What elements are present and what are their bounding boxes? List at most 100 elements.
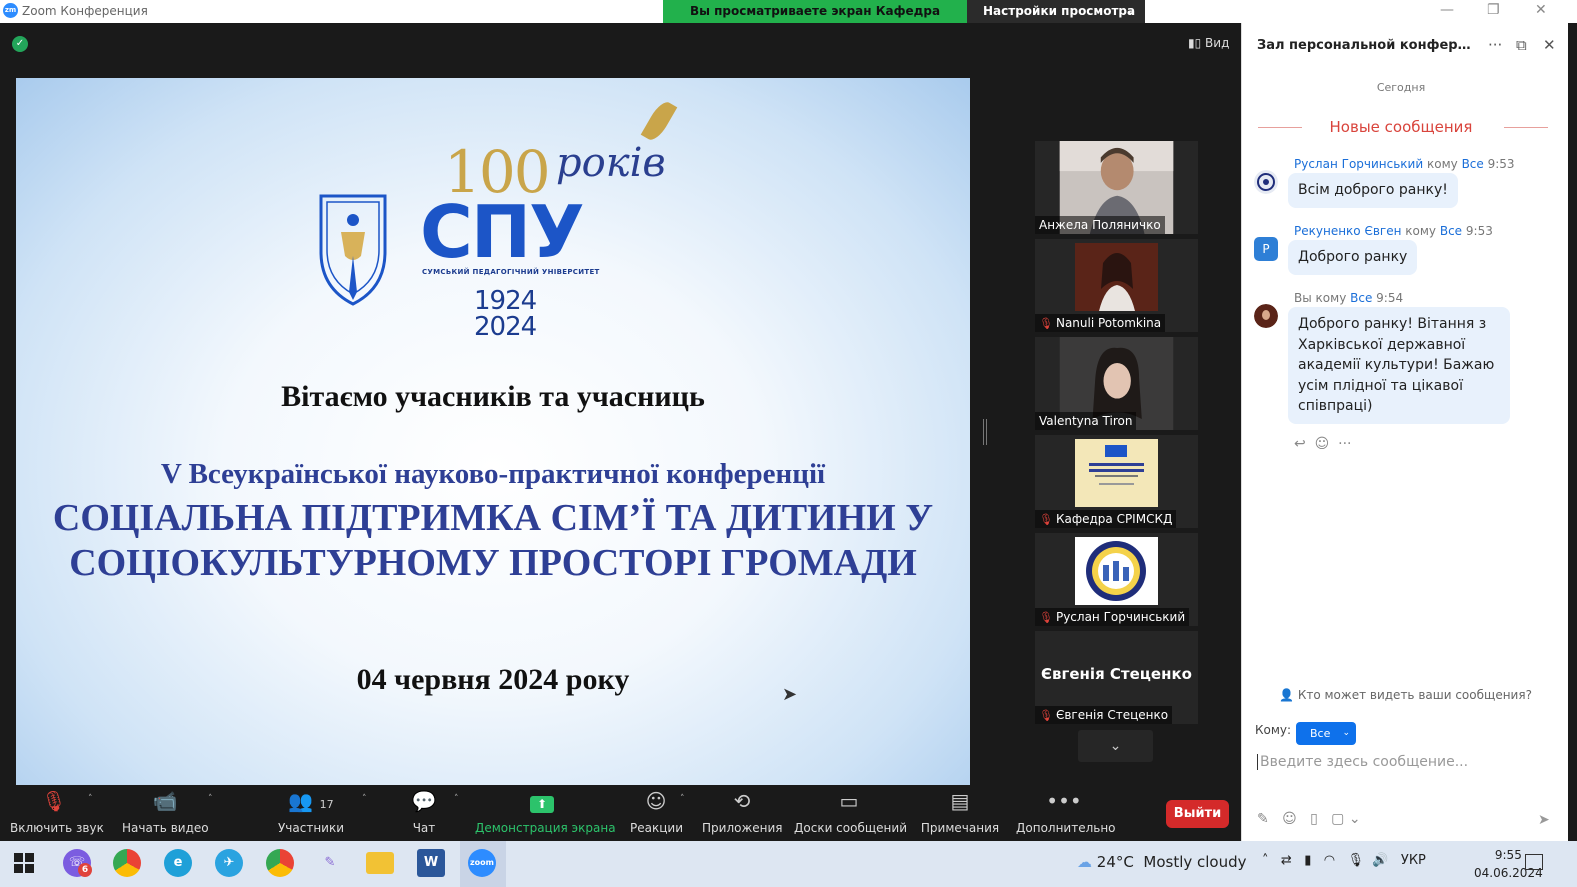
laurel-leaf-icon [640,98,678,144]
video-off-icon: 📹 [152,789,178,813]
participant-tile[interactable]: Анжела Поляничко [1035,141,1198,234]
language-indicator[interactable]: УКР [1401,853,1426,868]
caret-up-icon[interactable]: ˄ [208,794,213,804]
resize-handle[interactable] [983,419,987,445]
viber-icon[interactable]: ☏ 6 [63,849,92,877]
wifi-icon[interactable]: ◠ [1324,853,1335,868]
chrome-profile-icon[interactable] [266,849,294,877]
years-word: років [556,140,666,186]
chat-icon: 💬 [411,789,437,813]
chrome-icon[interactable] [113,849,141,877]
participant-name: 🎙 Nanuli Potomkina [1035,314,1166,332]
word-icon[interactable]: W [417,849,445,877]
participant-name: Анжела Поляничко [1035,216,1165,234]
weather-widget[interactable]: ☁ 24°C Mostly cloudy [1077,853,1247,871]
add-reaction-icon[interactable]: ☺ [1315,436,1330,452]
slide-date: 04 червня 2024 року [356,663,630,696]
close-icon[interactable]: ✕ [1535,2,1547,18]
volume-icon[interactable]: 🔊 [1372,853,1388,868]
scroll-participants-button[interactable]: ⌄ [1078,730,1153,762]
reactions-button[interactable]: ☺ Реакции ˄ [630,785,685,835]
view-settings-button[interactable]: Настройки просмотра ⌄ [967,0,1145,23]
participants-button[interactable]: 👥 17 Участники ˄ [276,785,367,835]
participant-name: 🎙 Євгенія Стеценко [1035,706,1173,724]
notes-button[interactable]: ▤ Примечания [920,785,1000,835]
windows-start-icon[interactable] [14,853,34,873]
participant-tile[interactable]: Євгенія Стеценко 🎙 Євгенія Стеценко [1035,631,1198,724]
zoom-taskbar-icon[interactable]: zoom [468,849,496,877]
participant-name: 🎙 Руслан Горчинський [1035,608,1190,626]
caret-up-icon[interactable]: ˄ [680,794,685,804]
more-button[interactable]: ••• Дополнительно [1016,785,1116,835]
format-icon[interactable]: ✎ [1257,811,1269,827]
more-options-icon[interactable]: ··· [1338,436,1351,452]
close-icon[interactable]: ✕ [1543,36,1556,54]
edge-icon[interactable]: e [164,849,192,877]
chat-button[interactable]: 💬 Чат ˄ [402,785,459,835]
muted-mic-icon: 🎙 [1039,513,1053,526]
leave-button[interactable]: Выйти [1166,800,1229,828]
apps-button[interactable]: ⟲ Приложения [702,785,783,835]
chevron-down-icon: ⌄ [1109,738,1122,754]
participant-photo [1075,537,1158,605]
popout-icon[interactable]: ⧉ [1516,36,1527,54]
muted-mic-icon: 🎙 [1039,317,1053,330]
more-options-icon[interactable]: ··· [1488,36,1502,54]
network-icon[interactable]: ⇄ [1281,853,1292,868]
chat-input[interactable]: Введите здесь сообщение... [1257,754,1468,770]
caret-up-icon[interactable]: ˄ [88,794,93,804]
windows-taskbar: ☏ 6 e ✈ ✎ W zoom ☁ 24°C Mostly cloudy ˄ … [0,841,1577,887]
participant-tile[interactable]: 🎙 Кафедра СРІМСКД [1035,435,1198,528]
telegram-icon[interactable]: ✈ [215,849,243,877]
avatar [1254,304,1278,328]
start-video-button[interactable]: 📹 Начать видео ˄ [122,785,213,835]
share-screen-button[interactable]: ⬆ Демонстрация экрана [475,785,616,835]
microphone-icon[interactable]: 🎙 [1348,853,1365,868]
file-icon[interactable]: ▯ [1310,811,1318,827]
more-icon: ••• [1046,789,1082,813]
signal-icon[interactable]: ▮ [1304,853,1311,868]
send-icon[interactable]: ➤ [1538,812,1550,828]
person-icon: 👤 [1279,688,1294,702]
shared-screen: 100 років СПУ СУМСЬКИЙ ПЕДАГОГІЧНИЙ УНІВ… [16,78,970,786]
chevron-up-icon[interactable]: ˄ [1262,853,1269,868]
slide-conference: V Всеукраїнської науково-практичної конф… [160,458,826,490]
file-explorer-icon[interactable] [366,852,394,874]
unmute-button[interactable]: 🎙 Включить звук ˄ [10,785,104,835]
university-logo-text: СПУ [420,190,585,274]
avatar [1254,170,1278,194]
shield-icon[interactable]: ✓ [12,36,28,52]
participant-display-name: Євгенія Стеценко [1041,665,1192,683]
reaction-icon: ☺ [645,789,667,813]
participant-tile[interactable]: 🎙 Nanuli Potomkina [1035,239,1198,332]
emoji-icon[interactable]: ☺ [1282,811,1297,827]
caret-up-icon[interactable]: ˄ [362,794,367,804]
cloud-icon: ☁ [1077,853,1092,871]
minimize-icon[interactable]: — [1440,2,1454,18]
who-can-see-link[interactable]: 👤 Кто может видеть ваши сообщения? [1242,688,1569,702]
mic-off-icon: 🎙 [41,789,67,813]
message-meta: Вы кому Все 9:54 [1294,291,1404,305]
participants-icon: 👥 [288,789,314,813]
participant-tile[interactable]: 🎙 Руслан Горчинський [1035,533,1198,626]
reply-icon[interactable]: ↩ [1294,436,1306,452]
notifications-icon[interactable] [1525,854,1543,870]
message-meta: Рекуненко Євген кому Все 9:53 [1294,224,1493,238]
avatar: Р [1254,237,1278,261]
year-start: 1924 [474,286,537,316]
participant-name: Valentyna Tiron [1035,412,1137,430]
screenshot-icon[interactable]: ▢ [1331,811,1344,827]
restore-icon[interactable]: ❐ [1487,2,1500,18]
participant-tile[interactable]: Valentyna Tiron [1035,337,1198,430]
meeting-toolbar: 🎙 Включить звук ˄ 📹 Начать видео ˄ 👥 17 … [0,785,1241,841]
paint-icon[interactable]: ✎ [316,849,344,877]
message-meta: Руслан Горчинський кому Все 9:53 [1294,157,1515,171]
recipient-select[interactable]: Все ⌄ [1296,722,1356,745]
layout-icon: ▮▯ [1188,36,1202,50]
recipient-label: Кому: [1255,723,1292,737]
meeting-area: ✓ ▮▯ Вид 100 років СПУ СУМСЬКИЙ ПЕДАГОГІ… [0,23,1241,841]
caret-up-icon[interactable]: ˄ [454,794,459,804]
whiteboards-button[interactable]: ▭ Доски сообщений [794,785,907,835]
chevron-down-icon[interactable]: ⌄ [1349,811,1361,827]
view-button[interactable]: ▮▯ Вид [1188,36,1229,50]
